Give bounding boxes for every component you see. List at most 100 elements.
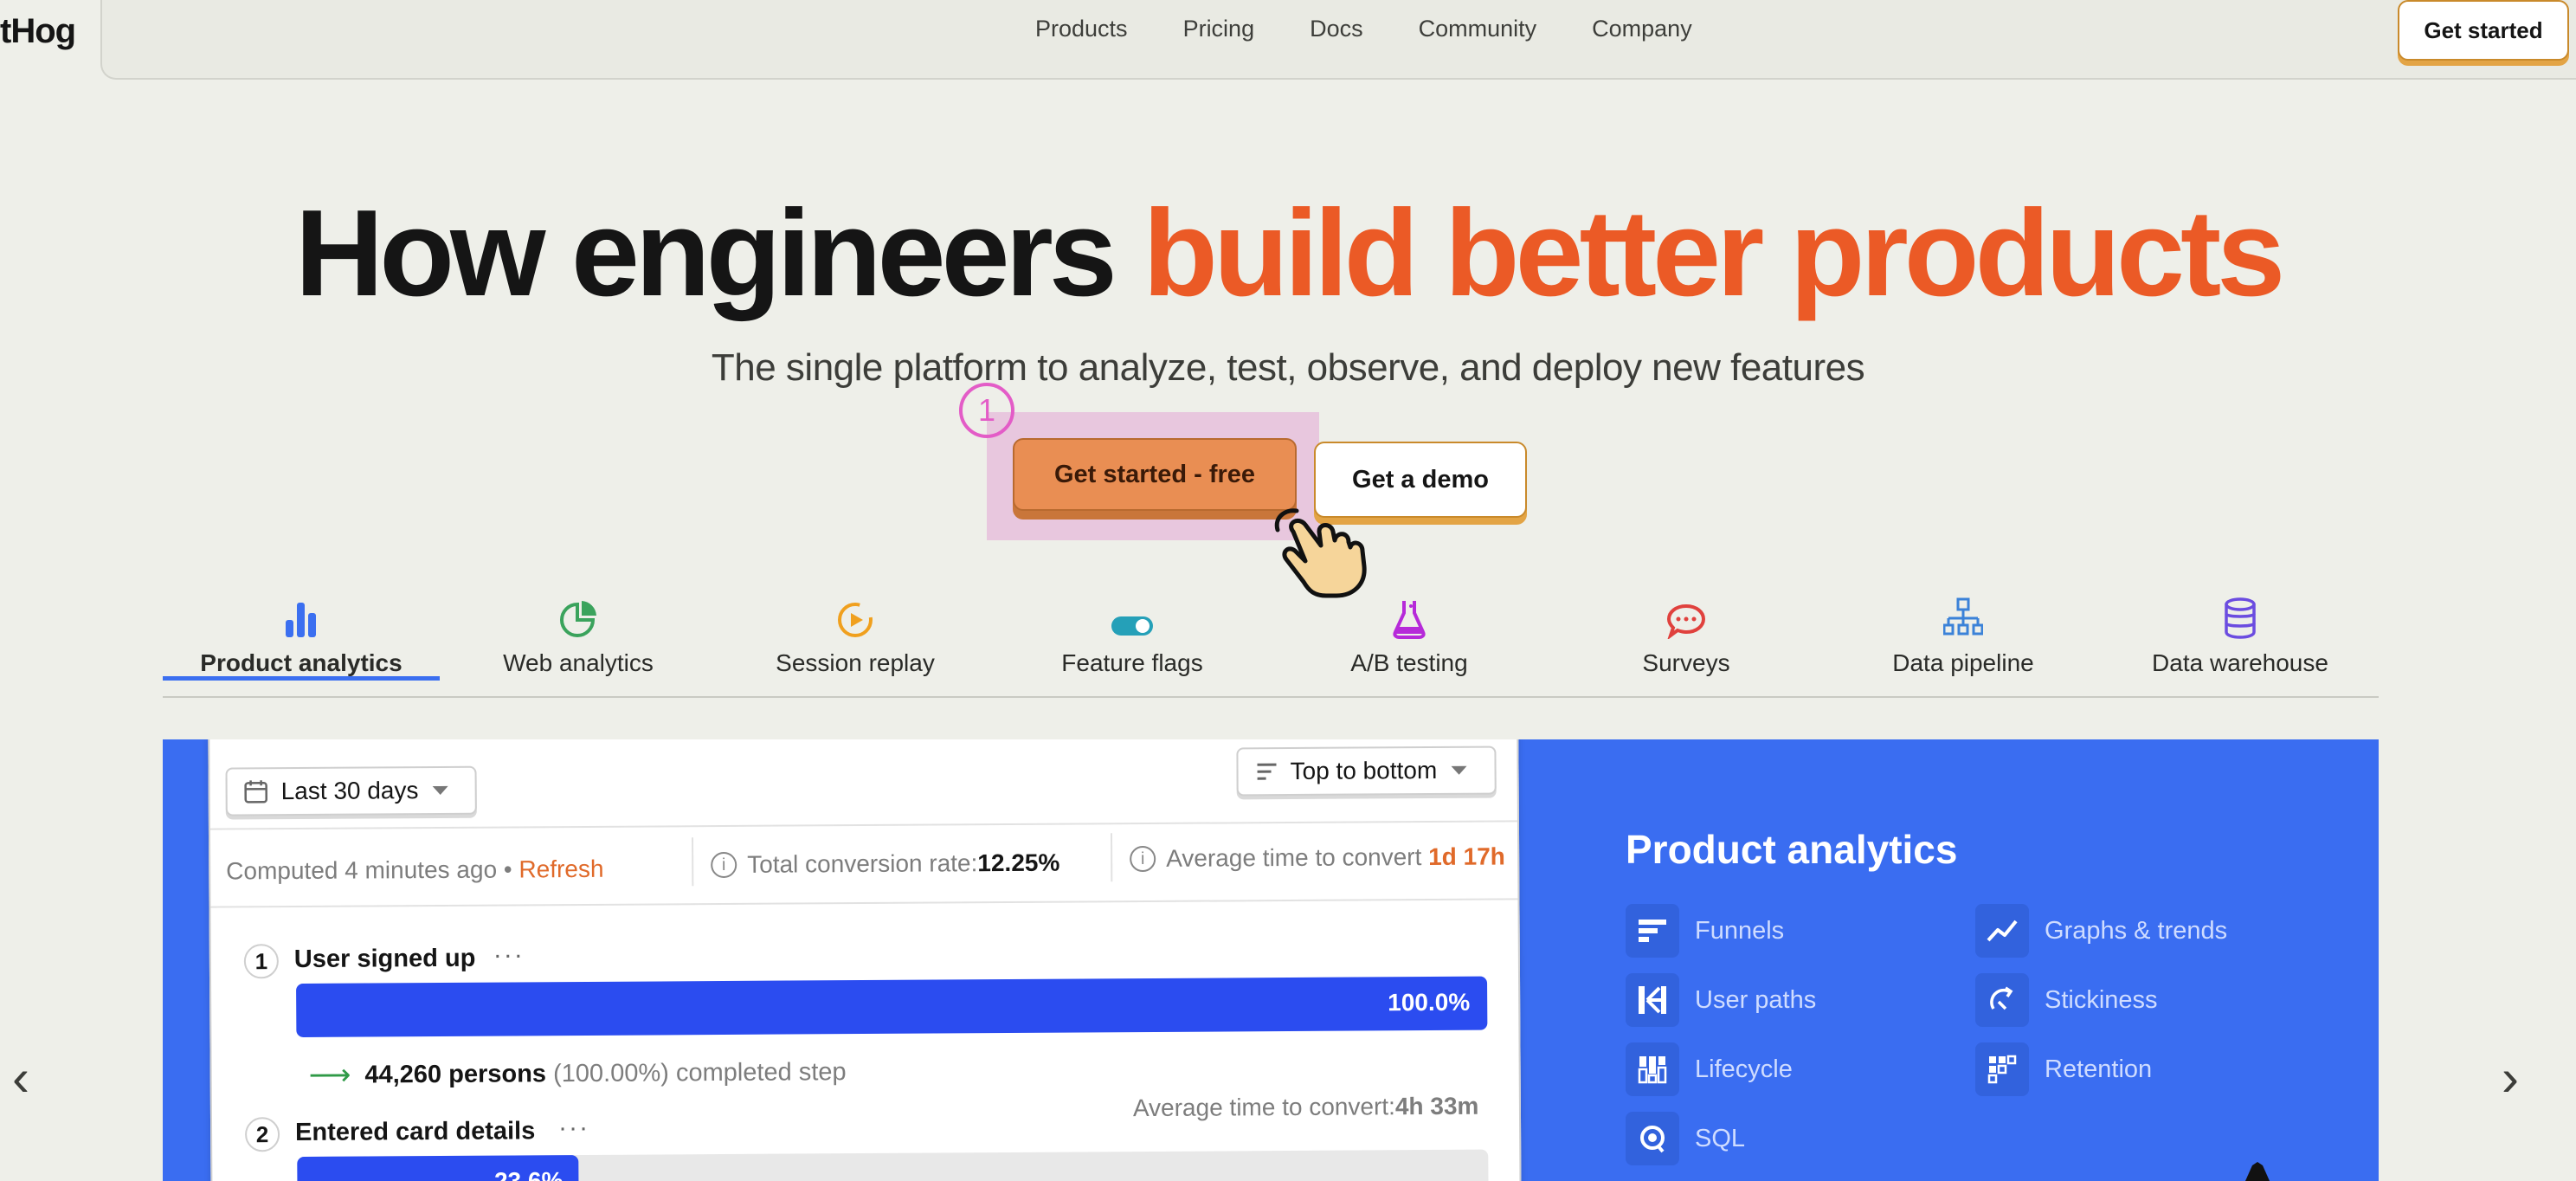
retention-icon xyxy=(1987,1055,2017,1084)
step-name: Entered card details xyxy=(294,1117,536,1147)
bar-chart-icon xyxy=(286,603,316,637)
divider xyxy=(210,898,1518,908)
hero-title-dark: How engineers xyxy=(294,184,1143,322)
divider xyxy=(692,837,694,887)
tab-label: Feature flags xyxy=(1061,649,1203,676)
step-name: User signed up xyxy=(293,944,476,974)
trend-line-icon xyxy=(1987,920,2018,942)
get-started-free-button[interactable]: Get started - free xyxy=(1013,438,1297,511)
info-icon[interactable]: i xyxy=(711,851,737,879)
date-range-dropdown[interactable]: Last 30 days xyxy=(225,765,477,816)
carousel-prev-arrow[interactable]: ‹ xyxy=(12,1048,29,1107)
total-conversion-rate: i Total conversion rate: 12.25% xyxy=(711,849,1059,879)
funnel-icon xyxy=(1639,920,1666,942)
divider xyxy=(209,820,1517,830)
more-options-icon[interactable]: ··· xyxy=(558,1113,589,1143)
tab-surveys[interactable]: Surveys xyxy=(1548,594,1825,677)
chat-bubble-icon xyxy=(1666,603,1706,639)
feature-label: Stickiness xyxy=(2045,985,2158,1014)
pointer-hand-icon xyxy=(1274,508,1367,598)
sql-icon xyxy=(1640,1126,1665,1153)
feature-label: Retention xyxy=(2045,1055,2153,1083)
tab-label: A/B testing xyxy=(1350,649,1468,676)
average-time-to-convert: i Average time to convert 1d 17h xyxy=(1130,842,1505,873)
step-number: 2 xyxy=(244,1117,280,1152)
step-persons-row: ⟶ 44,260 persons (100.00%) completed ste… xyxy=(309,1055,847,1093)
feature-lifecycle[interactable]: Lifecycle xyxy=(1626,1042,1793,1096)
step-number: 1 xyxy=(243,944,280,979)
mascot-partial-icon xyxy=(2245,1162,2270,1181)
step-bar: 23.6% xyxy=(297,1155,579,1181)
flask-icon xyxy=(1393,601,1426,639)
feature-graphs-trends[interactable]: Graphs & trends xyxy=(1975,904,2227,958)
info-icon[interactable]: i xyxy=(1130,845,1156,873)
computed-status: Computed 4 minutes ago • Refresh xyxy=(226,855,603,886)
hero-subtitle: The single platform to analyze, test, ob… xyxy=(711,346,1865,389)
persons-count[interactable]: 44,260 persons xyxy=(364,1060,546,1089)
step-percent: 100.0% xyxy=(1388,988,1471,1016)
feature-label: User paths xyxy=(1695,985,1817,1014)
nav-link-products[interactable]: Products xyxy=(1035,16,1128,42)
pie-chart-icon xyxy=(560,601,596,637)
feature-retention[interactable]: Retention xyxy=(1975,1042,2152,1096)
step-avg-value: 4h 33m xyxy=(1394,1092,1479,1120)
sort-lines-icon xyxy=(1257,763,1277,780)
tab-data-warehouse[interactable]: Data warehouse xyxy=(2102,594,2379,677)
step-order-dropdown[interactable]: Top to bottom xyxy=(1236,745,1497,797)
feature-label: Lifecycle xyxy=(1695,1055,1793,1083)
feature-stickiness[interactable]: Stickiness xyxy=(1975,973,2158,1027)
pipeline-icon xyxy=(1943,597,1983,636)
nav-link-community[interactable]: Community xyxy=(1419,16,1537,42)
step-avg-label: Average time to convert: xyxy=(1132,1093,1395,1122)
feature-funnels[interactable]: Funnels xyxy=(1626,904,1784,958)
tab-ab-testing[interactable]: A/B testing xyxy=(1271,594,1548,677)
feature-user-paths[interactable]: User paths xyxy=(1626,973,1816,1027)
tab-label: Session replay xyxy=(776,649,935,676)
divider xyxy=(1110,833,1113,882)
nav-link-company[interactable]: Company xyxy=(1592,16,1692,42)
nav-get-started-button[interactable]: Get started xyxy=(2398,0,2569,61)
tab-label: Web analytics xyxy=(503,649,654,676)
persons-percent: (100.00%) xyxy=(552,1058,669,1087)
tab-label: Data warehouse xyxy=(2152,649,2328,676)
feature-sql[interactable]: SQL xyxy=(1626,1112,1745,1165)
tab-feature-flags[interactable]: Feature flags xyxy=(994,594,1271,677)
nav-links: Products Pricing Docs Community Company xyxy=(1035,16,1748,42)
arrow-right-icon: ⟶ xyxy=(308,1058,351,1092)
step-order-value: Top to bottom xyxy=(1290,756,1438,784)
chevron-down-icon xyxy=(1451,765,1467,775)
avg-time-label: Average time to convert xyxy=(1166,843,1422,872)
step-percent: 23.6% xyxy=(493,1167,564,1181)
feature-label: SQL xyxy=(1695,1124,1746,1152)
nav-link-docs[interactable]: Docs xyxy=(1310,16,1363,42)
tab-data-pipeline[interactable]: Data pipeline xyxy=(1825,594,2102,677)
calendar-icon xyxy=(244,780,267,803)
product-tabs: Product analytics Web analytics Session … xyxy=(163,594,2379,698)
hero-title-accent: build better products xyxy=(1143,184,2285,322)
tab-label: Surveys xyxy=(1642,649,1730,676)
brand-logo-text[interactable]: tHog xyxy=(0,12,76,51)
more-options-icon[interactable]: ··· xyxy=(493,940,525,970)
tab-label: Product analytics xyxy=(200,649,402,676)
paths-icon xyxy=(1639,986,1666,1014)
features-title: Product analytics xyxy=(1626,827,1958,872)
avg-time-value: 1d 17h xyxy=(1428,842,1505,871)
nav-link-pricing[interactable]: Pricing xyxy=(1183,16,1255,42)
chevron-down-icon xyxy=(432,785,448,796)
tab-session-replay[interactable]: Session replay xyxy=(717,594,994,677)
step-marker: 1 xyxy=(959,383,1014,438)
total-conv-value: 12.25% xyxy=(977,849,1060,877)
product-analytics-panel: Last 30 days Top to bottom Computed 4 mi… xyxy=(163,739,2379,1181)
hero-title: How engineers build better products xyxy=(0,192,2576,315)
separator-dot: • xyxy=(503,855,519,883)
carousel-next-arrow[interactable]: › xyxy=(2502,1048,2519,1107)
date-range-value: Last 30 days xyxy=(280,777,419,805)
refresh-link[interactable]: Refresh xyxy=(518,855,603,883)
computed-time: Computed 4 minutes ago xyxy=(226,855,498,885)
tab-product-analytics[interactable]: Product analytics xyxy=(163,594,440,681)
feature-label: Graphs & trends xyxy=(2045,916,2228,945)
database-icon xyxy=(2225,597,2256,639)
persons-suffix: completed step xyxy=(675,1057,847,1087)
top-navigation-bar: Products Pricing Docs Community Company … xyxy=(100,0,2576,80)
tab-web-analytics[interactable]: Web analytics xyxy=(440,594,717,677)
